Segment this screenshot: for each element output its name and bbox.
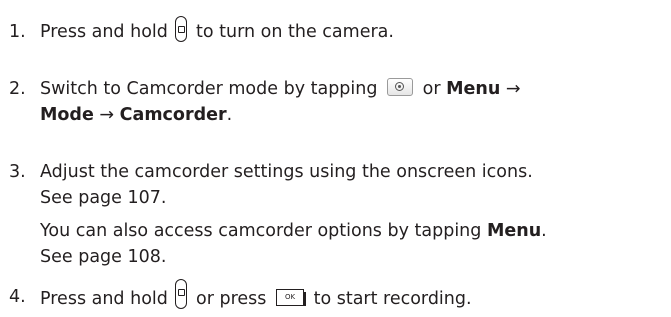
- step-text: Press and hold or press OK to start reco…: [40, 279, 472, 314]
- step-text-or: or: [422, 79, 441, 99]
- camera-key-icon: [175, 279, 188, 309]
- step-text-line-1: Adjust the camcorder settings using the …: [40, 162, 533, 182]
- step-text-line-2: Mode → Camcorder.: [40, 102, 232, 128]
- step-text-post: to start recording.: [313, 289, 472, 309]
- camera-key-icon: [175, 16, 188, 42]
- arrow-glyph: →: [505, 79, 521, 99]
- camcorder-term: Camcorder: [119, 105, 227, 125]
- arrow-glyph: →: [99, 105, 115, 125]
- step-number: 1.: [9, 22, 26, 42]
- step-number: 4.: [9, 287, 26, 307]
- step-text-post: to turn on the camera.: [196, 22, 394, 42]
- step-text-mid: or press: [196, 289, 267, 309]
- ok-key-icon: OK: [276, 288, 306, 306]
- period: .: [226, 105, 233, 125]
- step-text: Press and hold to turn on the camera.: [40, 16, 394, 45]
- step-note-line-2: See page 108.: [40, 247, 167, 267]
- step-text-line-2: See page 107.: [40, 188, 167, 208]
- step-number: 2.: [9, 79, 26, 99]
- step-text-pre: Switch to Camcorder mode by tapping: [40, 79, 378, 99]
- manual-page: { "steps": [ { "number": "1.", "pre": "P…: [0, 0, 671, 317]
- step-text-pre: Press and hold: [40, 289, 168, 309]
- step-note-line-1: You can also access camcorder options by…: [40, 218, 547, 244]
- camera-mode-icon: [387, 78, 414, 96]
- note-text-pre: You can also access camcorder options by…: [40, 221, 482, 241]
- menu-term: Menu: [486, 221, 542, 241]
- period: .: [541, 221, 547, 241]
- mode-term: Mode: [40, 105, 94, 125]
- step-number: 3.: [9, 162, 26, 182]
- step-text-line-1: Switch to Camcorder mode by tapping or M…: [40, 76, 521, 102]
- menu-term: Menu: [446, 79, 501, 99]
- step-text-pre: Press and hold: [40, 22, 168, 42]
